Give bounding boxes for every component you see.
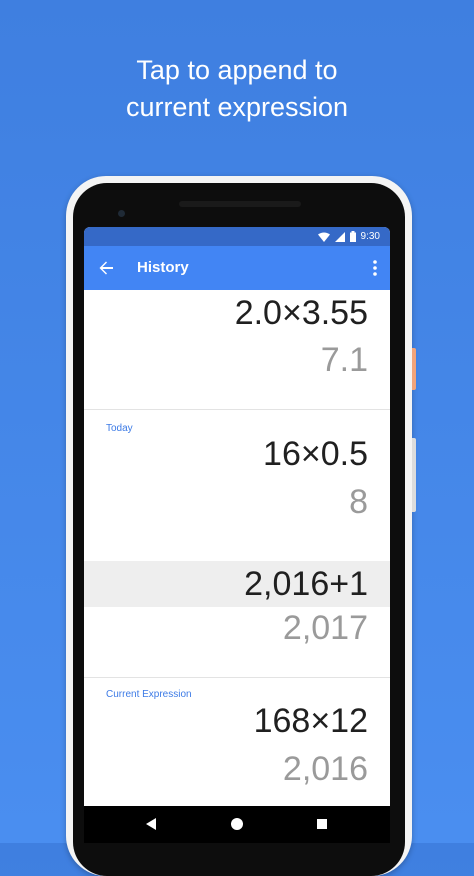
app-bar-title: History — [137, 259, 189, 276]
system-nav-bar — [84, 806, 390, 843]
history-result[interactable]: 7.1 — [321, 340, 368, 380]
phone-screen: 9:30 History 2.0×3.55 7.1 Today 16×0.5 8… — [84, 227, 390, 843]
history-expression[interactable]: 168×12 — [254, 701, 368, 741]
recents-square-icon[interactable] — [317, 819, 327, 829]
section-label-current-expression: Current Expression — [106, 689, 192, 700]
history-result[interactable]: 2,016 — [283, 749, 368, 789]
power-button — [412, 348, 416, 390]
wifi-icon — [317, 232, 330, 242]
history-item[interactable]: 2.0×3.55 7.1 — [84, 290, 390, 409]
back-triangle-icon[interactable] — [146, 818, 157, 830]
back-arrow-icon[interactable] — [96, 258, 116, 278]
history-result[interactable]: 8 — [349, 482, 368, 522]
history-expression[interactable]: 16×0.5 — [263, 434, 368, 474]
signal-icon — [334, 231, 345, 242]
section-label-today: Today — [106, 423, 133, 434]
history-result[interactable]: 2,017 — [283, 608, 368, 648]
history-expression[interactable]: 2.0×3.55 — [235, 293, 368, 333]
history-item[interactable]: 2,016+1 2,017 — [84, 561, 390, 677]
caption-line-2: current expression — [125, 92, 349, 122]
battery-icon — [349, 231, 356, 242]
history-item[interactable]: Today 16×0.5 8 — [84, 410, 390, 561]
history-expression[interactable]: 2,016+1 — [244, 564, 368, 604]
earpiece-speaker — [179, 201, 301, 207]
history-list: 2.0×3.55 7.1 Today 16×0.5 8 2,016+1 2,01… — [84, 290, 390, 808]
promo-caption: Tap to append to current expression — [0, 52, 474, 126]
more-vert-icon[interactable] — [370, 258, 380, 278]
status-bar: 9:30 — [84, 227, 390, 246]
status-time: 9:30 — [360, 231, 380, 242]
front-camera — [118, 210, 125, 217]
app-bar: History — [84, 246, 390, 290]
history-item[interactable]: Current Expression 168×12 2,016 — [84, 678, 390, 808]
home-circle-icon[interactable] — [230, 817, 244, 831]
caption-line-1: Tap to append to — [136, 55, 338, 85]
volume-button — [412, 438, 416, 512]
